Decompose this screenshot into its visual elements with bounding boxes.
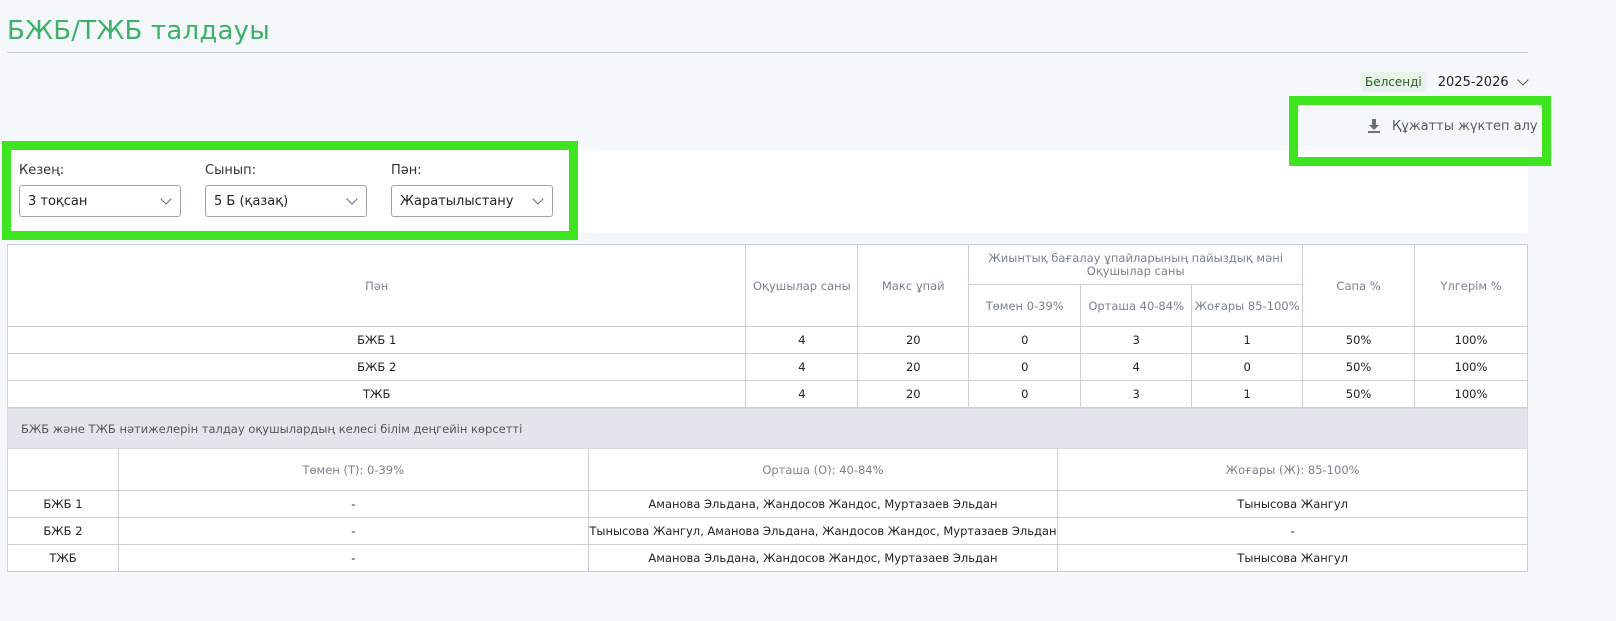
page-title: БЖБ/ТЖБ талдауы (7, 16, 270, 46)
cell-subject: БЖБ 1 (6, 326, 747, 354)
cell-success: 100% (1414, 380, 1528, 408)
cell-low-students: - (117, 544, 589, 572)
cell-subject: БЖБ 2 (6, 353, 747, 381)
summary-table: Пән Оқушылар саны Макс ұпай Жиынтық баға… (6, 244, 1528, 408)
cell-students: 4 (745, 326, 859, 354)
cell-assessment: ТЖБ (7, 544, 119, 572)
academic-year-selector: Белсенді 2025-2026 (1361, 72, 1533, 92)
title-divider (7, 52, 1528, 53)
cell-students: 4 (745, 380, 859, 408)
table-row: БЖБ 2 - Тынысова Жангул, Аманова Эльдана… (7, 517, 1528, 545)
cell-high: 1 (1191, 326, 1304, 354)
cell-max: 20 (857, 326, 970, 354)
table-row: БЖБ 1 - Аманова Эльдана, Жандосов Жандос… (7, 490, 1528, 518)
cell-mid-students: Тынысова Жангул, Аманова Эльдана, Жандос… (587, 517, 1059, 545)
cell-low-students: - (117, 517, 589, 545)
table-row: БЖБ 1 4 20 0 3 1 50% 100% (6, 326, 1528, 354)
cell-quality: 50% (1302, 380, 1415, 408)
header-mid: Орташа 40-84% (1080, 284, 1193, 327)
cell-max: 20 (857, 380, 970, 408)
cell-subject: ТЖБ (6, 380, 747, 408)
class-select[interactable]: 5 Б (қазақ) (205, 185, 367, 217)
cell-success: 100% (1414, 326, 1528, 354)
header-quality: Сапа % (1302, 244, 1415, 327)
cell-high: 1 (1191, 380, 1304, 408)
cell-max: 20 (857, 353, 970, 381)
cell-high-students: - (1057, 517, 1528, 545)
period-value: 3 тоқсан (28, 193, 88, 209)
subject-label: Пән: (391, 163, 422, 178)
subject-select[interactable]: Жаратылыстану (391, 185, 553, 217)
header-success: Үлгерім % (1414, 244, 1528, 327)
subject-value: Жаратылыстану (400, 193, 514, 209)
year-select[interactable]: 2025-2026 (1432, 73, 1533, 92)
header-group-line1: Жиынтық бағалау ұпайларының пайыздық мән… (988, 250, 1283, 265)
cell-mid: 3 (1080, 326, 1193, 354)
cell-assessment: БЖБ 1 (7, 490, 119, 518)
download-icon (1368, 119, 1380, 133)
cell-mid-students: Аманова Эльдана, Жандосов Жандос, Муртаз… (587, 544, 1059, 572)
cell-success: 100% (1414, 353, 1528, 381)
header-low: Төмен 0-39% (968, 284, 1082, 327)
cell-mid-students: Аманова Эльдана, Жандосов Жандос, Муртаз… (587, 490, 1059, 518)
class-label: Сынып: (205, 163, 256, 178)
header-group-line2: Оқушылар саны (1086, 263, 1185, 278)
filter-panel: Кезең: 3 тоқсан Сынып: 5 Б (қазақ) Пән: … (7, 150, 1528, 233)
download-label: Құжатты жүктеп алу (1392, 118, 1538, 134)
table-row: БЖБ 2 4 20 0 4 0 50% 100% (6, 353, 1528, 381)
chevron-down-icon (160, 193, 172, 205)
cell-quality: 50% (1302, 353, 1415, 381)
header-level-low: Төмен (Т): 0-39% (117, 448, 589, 491)
active-badge: Белсенді (1361, 72, 1426, 92)
header-percent-group: Жиынтық бағалау ұпайларының пайыздық мән… (968, 244, 1304, 285)
header-blank (7, 448, 119, 491)
class-value: 5 Б (қазақ) (214, 193, 289, 209)
header-level-high: Жоғары (Ж): 85-100% (1057, 448, 1528, 491)
period-label: Кезең: (19, 163, 65, 178)
cell-assessment: БЖБ 2 (7, 517, 119, 545)
header-subject: Пән (6, 244, 747, 327)
cell-low: 0 (968, 326, 1082, 354)
table-row: ТЖБ - Аманова Эльдана, Жандосов Жандос, … (7, 544, 1528, 572)
cell-high: 0 (1191, 353, 1304, 381)
levels-table: БЖБ және ТЖБ нәтижелерін талдау оқушылар… (7, 408, 1528, 572)
cell-low-students: - (117, 490, 589, 518)
cell-high-students: Тынысова Жангул (1057, 490, 1528, 518)
header-students: Оқушылар саны (745, 244, 859, 327)
chevron-down-icon (1516, 74, 1529, 86)
cell-students: 4 (745, 353, 859, 381)
cell-low: 0 (968, 353, 1082, 381)
header-max-score: Макс ұпай (857, 244, 970, 327)
cell-mid: 4 (1080, 353, 1193, 381)
table-row: ТЖБ 4 20 0 3 1 50% 100% (6, 380, 1528, 408)
cell-low: 0 (968, 380, 1082, 408)
cell-mid: 3 (1080, 380, 1193, 408)
subject-filter: Пән: Жаратылыстану (391, 163, 553, 217)
download-document-button[interactable]: Құжатты жүктеп алу (1366, 118, 1538, 134)
chevron-down-icon (532, 193, 544, 205)
period-filter: Кезең: 3 тоқсан (19, 163, 181, 217)
header-high: Жоғары 85-100% (1191, 284, 1304, 327)
header-level-mid: Орташа (О): 40-84% (587, 448, 1059, 491)
class-filter: Сынып: 5 Б (қазақ) (205, 163, 367, 217)
levels-caption: БЖБ және ТЖБ нәтижелерін талдау оқушылар… (7, 408, 1528, 449)
chevron-down-icon (346, 193, 358, 205)
period-select[interactable]: 3 тоқсан (19, 185, 181, 217)
year-value: 2025-2026 (1437, 74, 1509, 90)
cell-quality: 50% (1302, 326, 1415, 354)
cell-high-students: Тынысова Жангул (1057, 544, 1528, 572)
